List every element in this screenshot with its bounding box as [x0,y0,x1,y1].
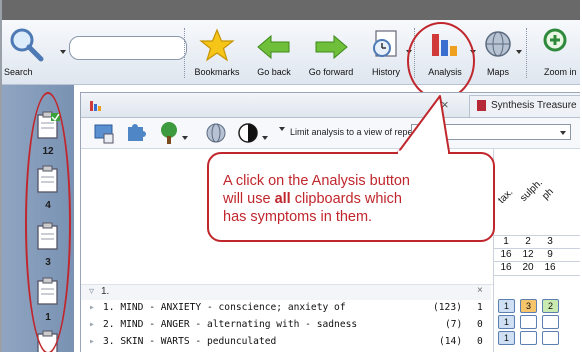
callout-text: clipboards which [290,191,402,207]
callout-line-2: will use all clipboards which [223,190,483,208]
annotation-callout: A click on the Analysis button will use … [207,152,495,242]
callout-line-3: has symptoms in them. [223,209,373,225]
app-frame: Search Bookmarks Go back Go forward Hist… [0,0,580,352]
callout-text: will use [223,191,275,207]
callout-bold-text: all [274,191,291,207]
callout-line-1: A click on the Analysis button [223,173,410,189]
